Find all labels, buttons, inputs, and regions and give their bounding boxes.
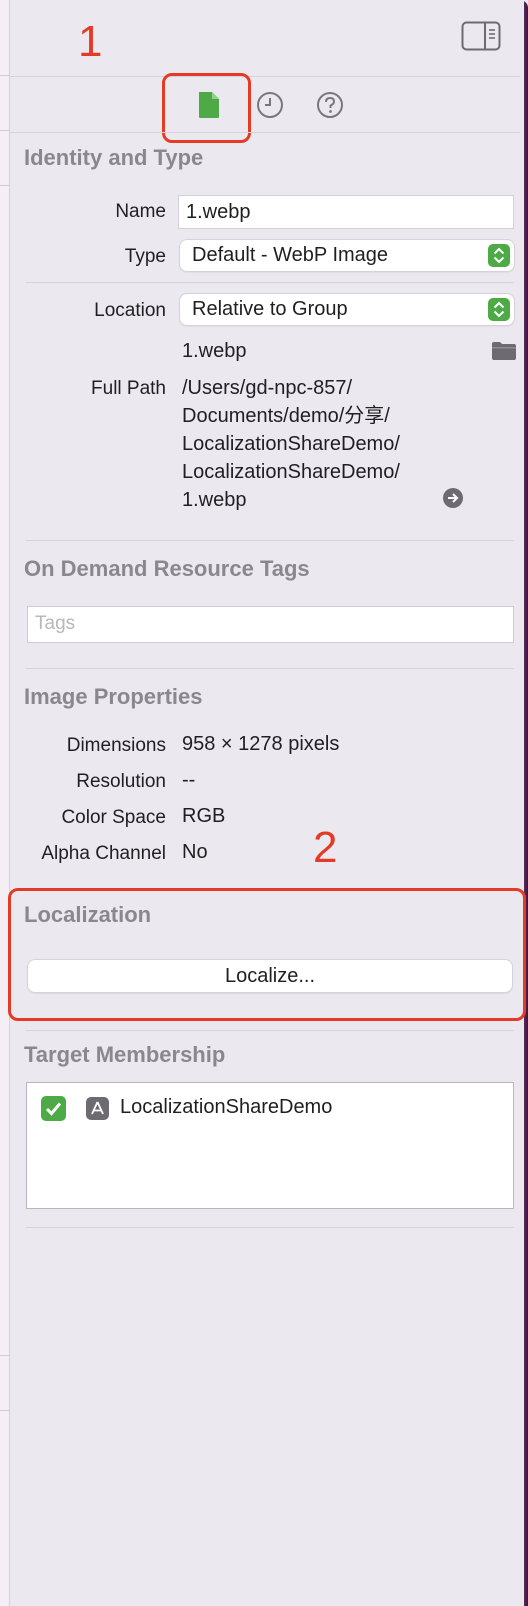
color-space-label: Color Space [61,807,166,828]
navigator-edge [0,0,10,1606]
resolution-label: Resolution [76,771,166,792]
inspector-toggle-button[interactable] [461,21,501,51]
resolution-value: -- [182,769,196,791]
identity-section-title: Identity and Type [24,145,204,170]
name-field[interactable]: 1.webp [178,195,514,229]
alpha-channel-label: Alpha Channel [41,843,166,864]
type-popup-value: Default - WebP Image [192,244,389,266]
location-label: Location [94,300,166,321]
target-membership-list: LocalizationShareDemo [26,1082,514,1209]
arrow-circle-right-icon [443,488,463,508]
type-popup[interactable]: Default - WebP Image [180,240,514,271]
dimensions-label: Dimensions [66,735,166,756]
location-file-name: 1.webp [182,340,247,362]
app-target-icon [86,1097,109,1120]
dimensions-value: 958 × 1278 pixels [182,733,340,755]
target-name: LocalizationShareDemo [120,1096,333,1118]
sidebar-right-icon [461,21,501,51]
type-label: Type [124,246,166,267]
tags-input[interactable]: Tags [27,606,514,643]
clock-icon [257,92,283,118]
annotation-marker-2: 2 [313,823,338,872]
target-row: LocalizationShareDemo [41,1095,501,1123]
target-membership-section-title: Target Membership [24,1042,226,1067]
name-label: Name [115,201,166,222]
alpha-channel-value: No [182,841,208,863]
location-popup[interactable]: Relative to Group [180,294,514,325]
full-path-label: Full Path [91,378,166,399]
full-path-line: 1.webp [182,489,247,511]
full-path-line: Documents/demo/分享/ [182,405,390,427]
window-edge [520,0,528,1606]
tab-history-inspector[interactable] [256,91,284,119]
target-checkbox[interactable] [41,1096,66,1121]
full-path-line: /Users/gd-npc-857/ [182,377,353,399]
full-path-line: LocalizationShareDemo/ [182,461,400,483]
checkmark-icon [45,1102,62,1116]
full-path-line: LocalizationShareDemo/ [182,433,400,455]
reveal-in-finder-button[interactable] [442,487,464,509]
location-popup-value: Relative to Group [192,298,348,320]
on-demand-section-title: On Demand Resource Tags [24,556,310,581]
image-properties-section-title: Image Properties [24,684,203,709]
annotation-marker-1: 1 [78,17,103,66]
tab-quick-help[interactable] [316,91,344,119]
question-icon [317,92,343,118]
chevron-updown-icon [488,244,510,267]
chevron-updown-icon [488,298,510,321]
color-space-value: RGB [182,805,226,827]
annotation-box-2 [8,888,526,1021]
folder-icon [492,342,516,360]
choose-location-button[interactable] [491,340,517,362]
full-path-value: /Users/gd-npc-857/ Documents/demo/分享/ Lo… [182,374,400,514]
